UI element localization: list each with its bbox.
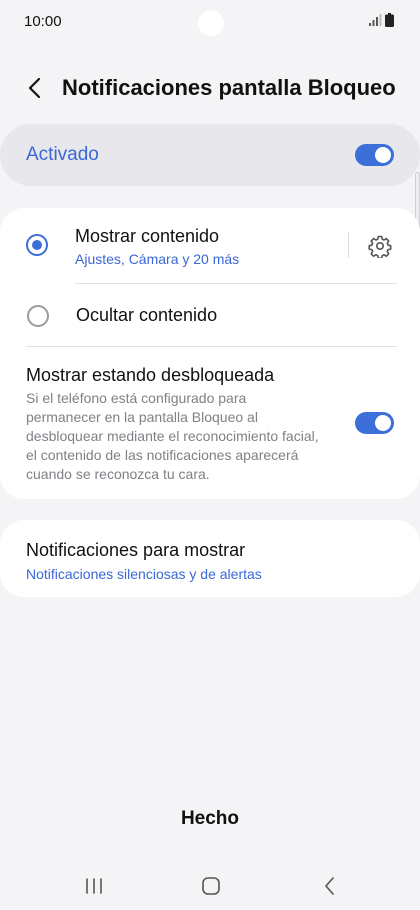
toggle-knob [375,147,391,163]
page-title: Notificaciones pantalla Bloqueo [62,75,396,100]
divider [75,283,397,284]
recent-apps-icon[interactable] [80,872,108,900]
description-line: Si el teléfono está configurado para [26,390,247,406]
option-show-content-title[interactable]: Mostrar contenido [75,226,219,247]
master-toggle[interactable] [355,144,394,166]
content-options-card: Mostrar contenido Ajustes, Cámara y 20 m… [0,208,420,499]
signal-icon [369,14,382,26]
battery-icon [385,13,394,27]
gear-icon[interactable] [368,234,392,258]
divider [26,346,397,347]
description-line: cuando se reconozca tu cara. [26,466,210,482]
show-unlocked-toggle[interactable] [355,412,394,434]
divider [348,232,349,258]
notifications-to-show-card[interactable]: Notificaciones para mostrar Notificacion… [0,520,420,597]
radio-hide-content[interactable] [27,305,49,327]
header: Notificaciones pantalla Bloqueo [0,66,420,110]
radio-show-content[interactable] [26,234,48,256]
show-unlocked-title[interactable]: Mostrar estando desbloqueada [26,365,274,386]
description-line: el contenido de las notificaciones apare… [26,447,299,463]
back-icon[interactable] [316,872,344,900]
option-show-content-subtitle: Ajustes, Cámara y 20 más [75,251,240,267]
description-line: desbloquear mediante el reconocimiento f… [26,428,319,444]
status-icons [368,13,398,29]
show-unlocked-description: Si el teléfono está configurado para per… [26,389,346,484]
status-time: 10:00 [24,13,62,30]
navigation-bar [0,866,420,906]
radio-dot [32,240,42,250]
master-switch-row[interactable]: Activado [0,124,420,186]
back-arrow-icon[interactable] [22,74,50,102]
notifications-to-show-title: Notificaciones para mostrar [26,540,246,560]
toggle-knob [375,415,391,431]
home-icon[interactable] [197,872,225,900]
master-switch-label: Activado [26,144,99,165]
option-hide-content-title[interactable]: Ocultar contenido [76,305,217,326]
notifications-to-show-subtitle: Notificaciones silenciosas y de alertas [26,566,262,582]
status-bar: 10:00 [0,0,420,44]
description-line: permanecer en la pantalla Bloqueo al [26,409,258,425]
camera-cutout [198,10,224,36]
done-button[interactable]: Hecho [150,808,270,836]
